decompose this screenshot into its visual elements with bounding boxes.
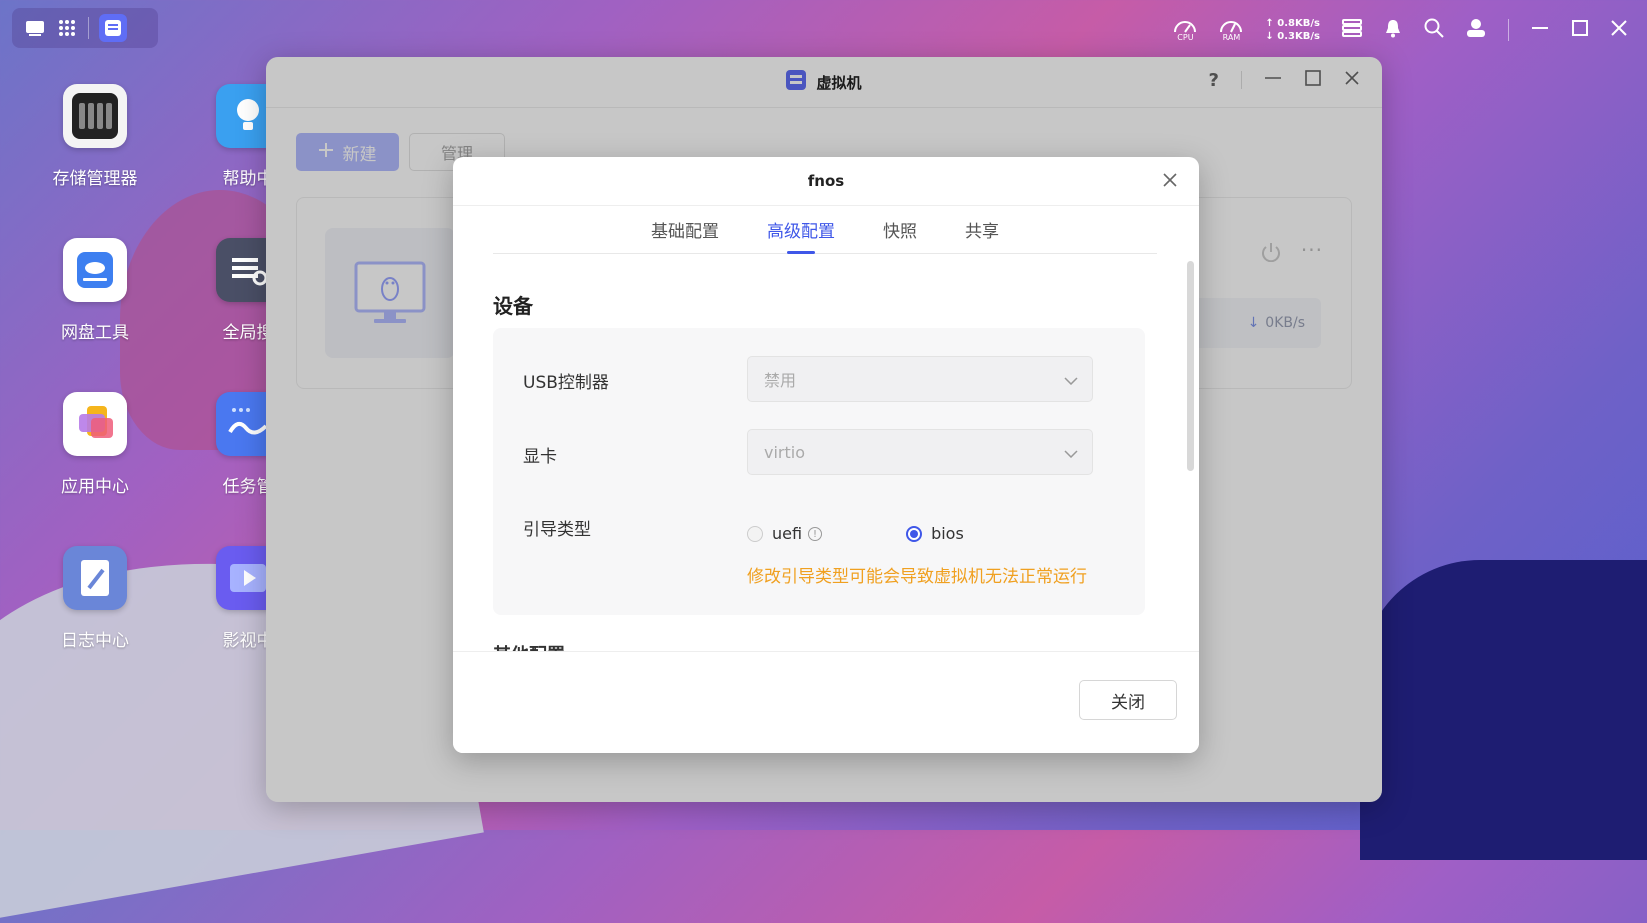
desktop-icon-log-center[interactable]: 日志中心 xyxy=(40,546,150,651)
desktop-icon-app-center[interactable]: 应用中心 xyxy=(40,392,150,497)
show-desktop-icon[interactable] xyxy=(24,17,46,39)
vm-settings-dialog: fnos 基础配置 高级配置 快照 共享 设备 USB控制器 禁用 显卡 vir… xyxy=(453,157,1199,753)
network-speed[interactable]: ↑ 0.8KB/s ↓ 0.3KB/s xyxy=(1265,17,1320,43)
dialog-close-icon[interactable] xyxy=(1161,171,1179,193)
app-grid-icon[interactable] xyxy=(56,17,78,39)
arrow-down-icon: ↓ xyxy=(1265,31,1274,42)
ram-meter[interactable]: RAM xyxy=(1219,19,1243,42)
usb-controller-label: USB控制器 xyxy=(523,373,609,393)
boot-type-warning: 修改引导类型可能会导致虚拟机无法正常运行 xyxy=(747,567,1087,587)
tab-advanced-config[interactable]: 高级配置 xyxy=(767,205,835,254)
arrow-up-icon: ↑ xyxy=(1265,18,1274,29)
radio-uefi-label[interactable]: uefi xyxy=(772,524,802,543)
radio-bios[interactable] xyxy=(906,525,923,542)
storage-manager-icon xyxy=(63,84,127,148)
tab-basic-config[interactable]: 基础配置 xyxy=(651,205,719,253)
log-center-icon xyxy=(63,546,127,610)
radio-bios-label[interactable]: bios xyxy=(931,524,964,543)
desktop-icon-cloud-drive[interactable]: 网盘工具 xyxy=(40,238,150,343)
tab-snapshot[interactable]: 快照 xyxy=(883,205,917,253)
maximize-icon[interactable] xyxy=(1571,19,1589,41)
dialog-titlebar: fnos xyxy=(453,157,1199,206)
usb-controller-select[interactable]: 禁用 xyxy=(747,356,1093,402)
download-speed: 0.3KB/s xyxy=(1277,31,1320,42)
gauge-icon xyxy=(1174,20,1197,33)
chevron-down-icon xyxy=(1064,370,1078,389)
desktop-icon-label: 应用中心 xyxy=(61,477,129,497)
gpu-value: virtio xyxy=(764,442,805,462)
wallpaper-shape xyxy=(1360,560,1647,860)
boot-type-label: 引导类型 xyxy=(523,520,591,540)
scrollbar[interactable] xyxy=(1187,261,1194,471)
close-icon[interactable] xyxy=(1611,20,1627,40)
info-icon[interactable]: ! xyxy=(808,526,823,541)
dialog-footer: 关闭 xyxy=(453,651,1199,753)
divider xyxy=(1508,19,1509,41)
section-title-devices: 设备 xyxy=(493,294,533,318)
gpu-select[interactable]: virtio xyxy=(747,429,1093,475)
user-icon[interactable] xyxy=(1466,18,1486,42)
desktop-icon-label: 日志中心 xyxy=(61,631,129,651)
virtual-machine-taskbar-icon[interactable] xyxy=(99,14,127,42)
search-icon[interactable] xyxy=(1424,18,1444,42)
boot-type-radio-group: uefi ! bios xyxy=(747,524,964,543)
minimize-all-icon[interactable] xyxy=(1531,19,1549,41)
upload-speed: 0.8KB/s xyxy=(1277,18,1320,29)
devices-panel: USB控制器 禁用 显卡 virtio 引导类型 uefi ! bios 修改引… xyxy=(493,328,1145,615)
close-button[interactable]: 关闭 xyxy=(1079,680,1177,720)
usb-controller-value: 禁用 xyxy=(764,371,797,390)
notification-bell-icon[interactable] xyxy=(1384,18,1402,42)
cpu-label: CPU xyxy=(1177,32,1194,42)
desktop-icon-label: 存储管理器 xyxy=(52,169,138,189)
dialog-title: fnos xyxy=(807,172,845,190)
ram-label: RAM xyxy=(1222,32,1241,42)
divider xyxy=(88,17,89,39)
tab-share[interactable]: 共享 xyxy=(965,205,999,253)
system-tray: CPU RAM ↑ 0.8KB/s ↓ 0.3KB/s xyxy=(1173,10,1647,50)
radio-uefi[interactable] xyxy=(747,525,763,542)
gpu-label: 显卡 xyxy=(523,447,557,467)
desktop-icon-storage-manager[interactable]: 存储管理器 xyxy=(40,84,150,189)
cloud-drive-icon xyxy=(63,238,127,302)
server-status-icon[interactable] xyxy=(1342,18,1362,42)
app-center-icon xyxy=(63,392,127,456)
gauge-icon xyxy=(1220,20,1243,32)
desktop-icon-label: 网盘工具 xyxy=(61,323,129,343)
chevron-down-icon xyxy=(1064,443,1078,462)
launcher-bar xyxy=(12,8,158,48)
dialog-tabs: 基础配置 高级配置 快照 共享 xyxy=(493,205,1157,254)
cpu-meter[interactable]: CPU xyxy=(1173,19,1197,42)
